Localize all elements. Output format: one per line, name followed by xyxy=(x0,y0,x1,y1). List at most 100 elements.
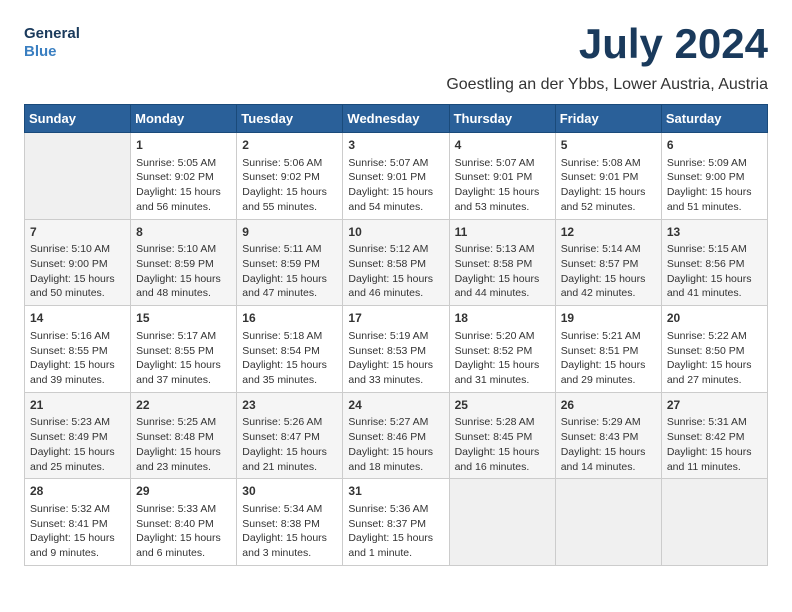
calendar-cell: 3 Sunrise: 5:07 AM Sunset: 9:01 PM Daylig… xyxy=(343,133,449,220)
day-number: 14 xyxy=(30,310,125,327)
day-number: 4 xyxy=(455,137,550,154)
calendar-cell: 16 Sunrise: 5:18 AM Sunset: 8:54 PM Dayli… xyxy=(237,306,343,393)
day-number: 1 xyxy=(136,137,231,154)
logo: General Blue xyxy=(24,20,104,64)
weekday-header-wednesday: Wednesday xyxy=(343,105,449,133)
day-content: Sunrise: 5:09 AM Sunset: 9:00 PM Dayligh… xyxy=(667,156,762,215)
weekday-header-thursday: Thursday xyxy=(449,105,555,133)
day-content: Sunrise: 5:10 AM Sunset: 9:00 PM Dayligh… xyxy=(30,242,125,301)
day-content: Sunrise: 5:20 AM Sunset: 8:52 PM Dayligh… xyxy=(455,329,550,388)
day-number: 23 xyxy=(242,397,337,414)
day-content: Sunrise: 5:34 AM Sunset: 8:38 PM Dayligh… xyxy=(242,502,337,561)
day-number: 22 xyxy=(136,397,231,414)
day-content: Sunrise: 5:16 AM Sunset: 8:55 PM Dayligh… xyxy=(30,329,125,388)
calendar-cell: 14 Sunrise: 5:16 AM Sunset: 8:55 PM Dayli… xyxy=(25,306,131,393)
calendar-cell: 1Sunrise: 5:05 AM Sunset: 9:02 PM Daylig… xyxy=(131,133,237,220)
month-year-title: July 2024 xyxy=(579,20,768,68)
calendar-cell: 7Sunrise: 5:10 AM Sunset: 9:00 PM Daylig… xyxy=(25,219,131,306)
day-content: Sunrise: 5:12 AM Sunset: 8:58 PM Dayligh… xyxy=(348,242,443,301)
calendar-cell: 31 Sunrise: 5:36 AM Sunset: 8:37 PM Dayli… xyxy=(343,479,449,566)
day-number: 29 xyxy=(136,483,231,500)
calendar-cell: 15Sunrise: 5:17 AM Sunset: 8:55 PM Dayli… xyxy=(131,306,237,393)
calendar-cell: 5 Sunrise: 5:08 AM Sunset: 9:01 PM Daylig… xyxy=(555,133,661,220)
weekday-header-friday: Friday xyxy=(555,105,661,133)
day-content: Sunrise: 5:22 AM Sunset: 8:50 PM Dayligh… xyxy=(667,329,762,388)
day-content: Sunrise: 5:19 AM Sunset: 8:53 PM Dayligh… xyxy=(348,329,443,388)
calendar-cell: 17Sunrise: 5:19 AM Sunset: 8:53 PM Dayli… xyxy=(343,306,449,393)
calendar-cell: 24Sunrise: 5:27 AM Sunset: 8:46 PM Dayli… xyxy=(343,392,449,479)
day-content: Sunrise: 5:06 AM Sunset: 9:02 PM Dayligh… xyxy=(242,156,337,215)
calendar-cell: 29 Sunrise: 5:33 AM Sunset: 8:40 PM Dayli… xyxy=(131,479,237,566)
day-number: 16 xyxy=(242,310,337,327)
day-number: 6 xyxy=(667,137,762,154)
day-content: Sunrise: 5:18 AM Sunset: 8:54 PM Dayligh… xyxy=(242,329,337,388)
calendar-cell: 28 Sunrise: 5:32 AM Sunset: 8:41 PM Dayli… xyxy=(25,479,131,566)
day-content: Sunrise: 5:23 AM Sunset: 8:49 PM Dayligh… xyxy=(30,415,125,474)
day-content: Sunrise: 5:33 AM Sunset: 8:40 PM Dayligh… xyxy=(136,502,231,561)
day-content: Sunrise: 5:07 AM Sunset: 9:01 PM Dayligh… xyxy=(455,156,550,215)
day-content: Sunrise: 5:15 AM Sunset: 8:56 PM Dayligh… xyxy=(667,242,762,301)
day-number: 18 xyxy=(455,310,550,327)
day-number: 5 xyxy=(561,137,656,154)
calendar-cell xyxy=(661,479,767,566)
calendar-cell: 9Sunrise: 5:11 AM Sunset: 8:59 PM Daylig… xyxy=(237,219,343,306)
calendar-cell: 30 Sunrise: 5:34 AM Sunset: 8:38 PM Dayli… xyxy=(237,479,343,566)
calendar-cell xyxy=(555,479,661,566)
day-number: 21 xyxy=(30,397,125,414)
day-content: Sunrise: 5:25 AM Sunset: 8:48 PM Dayligh… xyxy=(136,415,231,474)
calendar-table: SundayMondayTuesdayWednesdayThursdayFrid… xyxy=(24,104,768,566)
calendar-cell: 26Sunrise: 5:29 AM Sunset: 8:43 PM Dayli… xyxy=(555,392,661,479)
day-number: 24 xyxy=(348,397,443,414)
day-content: Sunrise: 5:17 AM Sunset: 8:55 PM Dayligh… xyxy=(136,329,231,388)
calendar-cell: 4 Sunrise: 5:07 AM Sunset: 9:01 PM Daylig… xyxy=(449,133,555,220)
calendar-cell: 27Sunrise: 5:31 AM Sunset: 8:42 PM Dayli… xyxy=(661,392,767,479)
day-number: 12 xyxy=(561,224,656,241)
weekday-header-saturday: Saturday xyxy=(661,105,767,133)
day-number: 28 xyxy=(30,483,125,500)
day-content: Sunrise: 5:28 AM Sunset: 8:45 PM Dayligh… xyxy=(455,415,550,474)
day-content: Sunrise: 5:27 AM Sunset: 8:46 PM Dayligh… xyxy=(348,415,443,474)
day-number: 30 xyxy=(242,483,337,500)
day-number: 31 xyxy=(348,483,443,500)
calendar-cell: 12Sunrise: 5:14 AM Sunset: 8:57 PM Dayli… xyxy=(555,219,661,306)
calendar-cell: 2 Sunrise: 5:06 AM Sunset: 9:02 PM Daylig… xyxy=(237,133,343,220)
day-content: Sunrise: 5:13 AM Sunset: 8:58 PM Dayligh… xyxy=(455,242,550,301)
weekday-header-tuesday: Tuesday xyxy=(237,105,343,133)
calendar-cell: 20 Sunrise: 5:22 AM Sunset: 8:50 PM Dayli… xyxy=(661,306,767,393)
calendar-cell: 25Sunrise: 5:28 AM Sunset: 8:45 PM Dayli… xyxy=(449,392,555,479)
day-content: Sunrise: 5:36 AM Sunset: 8:37 PM Dayligh… xyxy=(348,502,443,561)
calendar-cell: 19 Sunrise: 5:21 AM Sunset: 8:51 PM Dayli… xyxy=(555,306,661,393)
day-number: 25 xyxy=(455,397,550,414)
weekday-header-monday: Monday xyxy=(131,105,237,133)
day-content: Sunrise: 5:08 AM Sunset: 9:01 PM Dayligh… xyxy=(561,156,656,215)
calendar-cell: 11Sunrise: 5:13 AM Sunset: 8:58 PM Dayli… xyxy=(449,219,555,306)
location-subtitle: Goestling an der Ybbs, Lower Austria, Au… xyxy=(24,76,768,94)
day-content: Sunrise: 5:07 AM Sunset: 9:01 PM Dayligh… xyxy=(348,156,443,215)
day-number: 27 xyxy=(667,397,762,414)
weekday-header-sunday: Sunday xyxy=(25,105,131,133)
calendar-cell: 22Sunrise: 5:25 AM Sunset: 8:48 PM Dayli… xyxy=(131,392,237,479)
calendar-cell: 13Sunrise: 5:15 AM Sunset: 8:56 PM Dayli… xyxy=(661,219,767,306)
svg-text:Blue: Blue xyxy=(24,43,57,60)
day-number: 8 xyxy=(136,224,231,241)
calendar-cell: 8Sunrise: 5:10 AM Sunset: 8:59 PM Daylig… xyxy=(131,219,237,306)
day-number: 20 xyxy=(667,310,762,327)
day-number: 13 xyxy=(667,224,762,241)
day-content: Sunrise: 5:32 AM Sunset: 8:41 PM Dayligh… xyxy=(30,502,125,561)
calendar-cell: 6 Sunrise: 5:09 AM Sunset: 9:00 PM Daylig… xyxy=(661,133,767,220)
day-content: Sunrise: 5:21 AM Sunset: 8:51 PM Dayligh… xyxy=(561,329,656,388)
day-number: 3 xyxy=(348,137,443,154)
day-number: 26 xyxy=(561,397,656,414)
day-number: 10 xyxy=(348,224,443,241)
day-number: 11 xyxy=(455,224,550,241)
calendar-cell xyxy=(449,479,555,566)
day-number: 19 xyxy=(561,310,656,327)
day-content: Sunrise: 5:11 AM Sunset: 8:59 PM Dayligh… xyxy=(242,242,337,301)
calendar-cell: 21Sunrise: 5:23 AM Sunset: 8:49 PM Dayli… xyxy=(25,392,131,479)
day-content: Sunrise: 5:14 AM Sunset: 8:57 PM Dayligh… xyxy=(561,242,656,301)
day-content: Sunrise: 5:31 AM Sunset: 8:42 PM Dayligh… xyxy=(667,415,762,474)
day-content: Sunrise: 5:29 AM Sunset: 8:43 PM Dayligh… xyxy=(561,415,656,474)
day-content: Sunrise: 5:10 AM Sunset: 8:59 PM Dayligh… xyxy=(136,242,231,301)
calendar-cell: 10Sunrise: 5:12 AM Sunset: 8:58 PM Dayli… xyxy=(343,219,449,306)
day-number: 2 xyxy=(242,137,337,154)
